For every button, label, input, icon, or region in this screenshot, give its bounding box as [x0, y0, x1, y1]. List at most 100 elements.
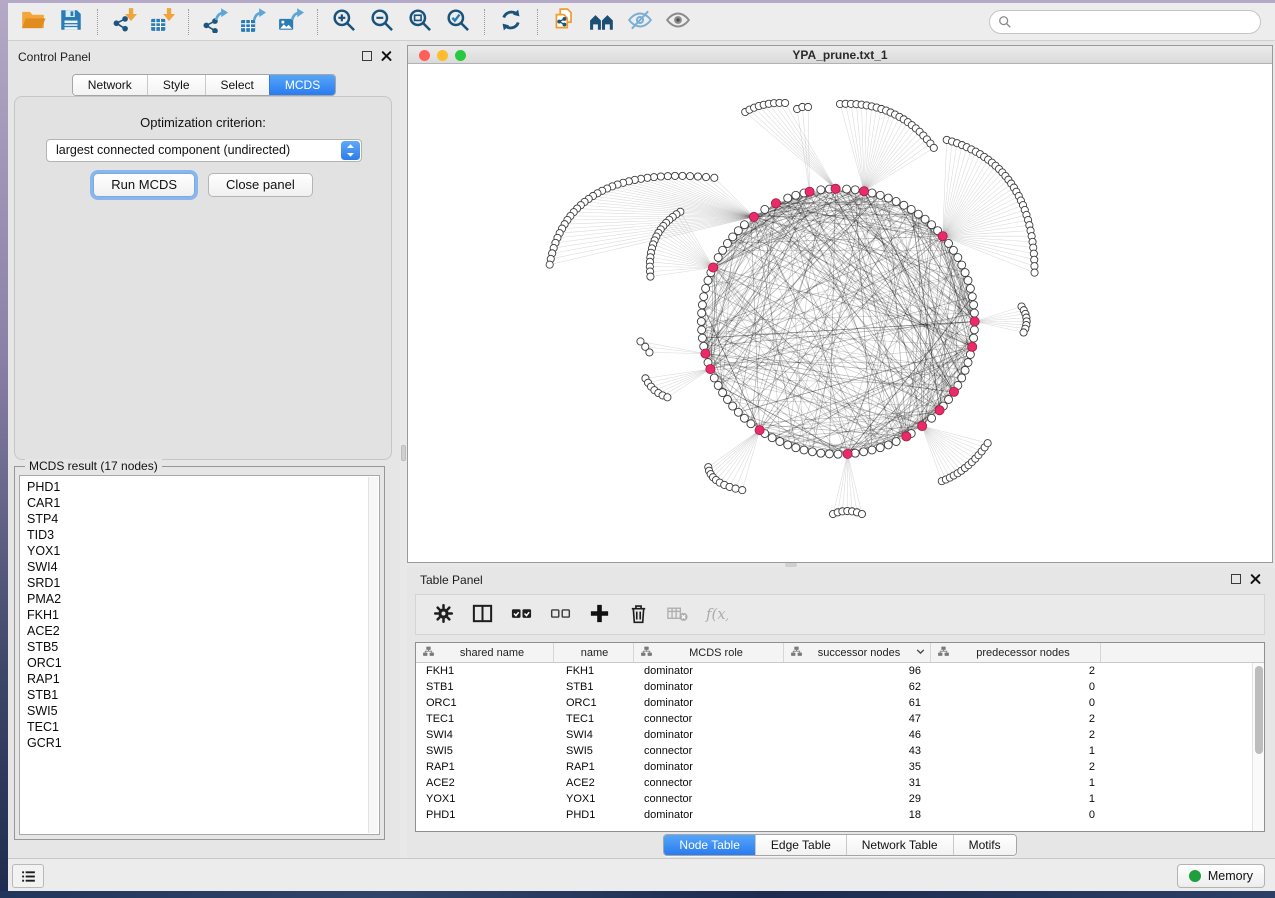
- cell-predecessor-nodes[interactable]: 2: [931, 711, 1101, 727]
- cell-name[interactable]: PHD1: [554, 807, 634, 823]
- tab-mcds[interactable]: MCDS: [269, 75, 335, 95]
- import-table-button[interactable]: [143, 6, 181, 38]
- cell-name[interactable]: SWI5: [554, 743, 634, 759]
- cell-predecessor-nodes[interactable]: 0: [931, 695, 1101, 711]
- cell-successor-nodes[interactable]: 96: [784, 663, 931, 679]
- cell-mcds-role[interactable]: connector: [634, 743, 784, 759]
- cell-name[interactable]: RAP1: [554, 759, 634, 775]
- zoom-out-button[interactable]: [363, 6, 401, 38]
- cell-mcds-role[interactable]: dominator: [634, 695, 784, 711]
- tab-edge-table[interactable]: Edge Table: [755, 835, 846, 855]
- task-history-button[interactable]: [12, 864, 44, 888]
- network-canvas[interactable]: [408, 65, 1272, 562]
- zoom-selected-button[interactable]: [439, 6, 477, 38]
- cell-successor-nodes[interactable]: 43: [784, 743, 931, 759]
- cell-successor-nodes[interactable]: 31: [784, 775, 931, 791]
- table-row[interactable]: STB1STB1dominator620: [416, 679, 1264, 695]
- cell-successor-nodes[interactable]: 29: [784, 791, 931, 807]
- table-row[interactable]: PHD1PHD1dominator180: [416, 807, 1264, 823]
- mcds-result-item[interactable]: GCR1: [27, 735, 379, 751]
- tab-motifs[interactable]: Motifs: [953, 835, 1016, 855]
- refresh-button[interactable]: [492, 6, 530, 38]
- cell-shared-name[interactable]: FKH1: [416, 663, 554, 679]
- show-all-button[interactable]: [659, 6, 697, 38]
- cell-predecessor-nodes[interactable]: 2: [931, 759, 1101, 775]
- search-field[interactable]: [989, 10, 1261, 34]
- tab-style[interactable]: Style: [147, 75, 205, 95]
- network-graph[interactable]: [408, 65, 1272, 562]
- cell-shared-name[interactable]: PHD1: [416, 807, 554, 823]
- mcds-result-item[interactable]: ORC1: [27, 655, 379, 671]
- cell-successor-nodes[interactable]: 18: [784, 807, 931, 823]
- cell-shared-name[interactable]: SWI4: [416, 727, 554, 743]
- mcds-result-item[interactable]: SWI4: [27, 559, 379, 575]
- tab-select[interactable]: Select: [205, 75, 269, 95]
- cell-name[interactable]: ACE2: [554, 775, 634, 791]
- cell-mcds-role[interactable]: connector: [634, 711, 784, 727]
- mcds-list-scrollbar[interactable]: [368, 477, 378, 833]
- table-row[interactable]: YOX1YOX1connector291: [416, 791, 1264, 807]
- table-row[interactable]: RAP1RAP1dominator352: [416, 759, 1264, 775]
- mcds-result-item[interactable]: PMA2: [27, 591, 379, 607]
- column-header-predecessor-nodes[interactable]: predecessor nodes: [931, 643, 1101, 662]
- export-network-button[interactable]: [196, 6, 234, 38]
- run-mcds-button[interactable]: Run MCDS: [93, 173, 195, 197]
- first-neighbors-button[interactable]: [583, 6, 621, 38]
- cell-mcds-role[interactable]: dominator: [634, 807, 784, 823]
- tab-network[interactable]: Network: [73, 75, 147, 95]
- column-header-name[interactable]: name: [554, 643, 634, 662]
- cell-predecessor-nodes[interactable]: 2: [931, 727, 1101, 743]
- deselect-all-button[interactable]: [545, 600, 575, 630]
- cell-shared-name[interactable]: YOX1: [416, 791, 554, 807]
- cell-mcds-role[interactable]: dominator: [634, 679, 784, 695]
- sort-chevron-icon[interactable]: [915, 646, 926, 660]
- cell-mcds-role[interactable]: connector: [634, 791, 784, 807]
- cell-successor-nodes[interactable]: 62: [784, 679, 931, 695]
- cell-mcds-role[interactable]: dominator: [634, 759, 784, 775]
- close-panel-button[interactable]: Close panel: [208, 173, 313, 197]
- cell-successor-nodes[interactable]: 61: [784, 695, 931, 711]
- save-button[interactable]: [52, 6, 90, 38]
- open-folder-button[interactable]: [14, 6, 52, 38]
- float-panel-icon[interactable]: [1231, 574, 1241, 584]
- splitter-handle[interactable]: [401, 445, 406, 461]
- table-row[interactable]: FKH1FKH1dominator962: [416, 663, 1264, 679]
- cell-predecessor-nodes[interactable]: 1: [931, 743, 1101, 759]
- table-scrollbar[interactable]: [1252, 663, 1264, 831]
- split-panel-button[interactable]: [467, 600, 497, 630]
- search-input[interactable]: [1012, 15, 1260, 29]
- delete-column-button[interactable]: [623, 600, 653, 630]
- cell-name[interactable]: FKH1: [554, 663, 634, 679]
- tab-network-table[interactable]: Network Table: [846, 835, 953, 855]
- cell-mcds-role[interactable]: dominator: [634, 663, 784, 679]
- mcds-result-item[interactable]: FKH1: [27, 607, 379, 623]
- node-table[interactable]: shared namenameMCDS rolesuccessor nodesp…: [415, 642, 1265, 832]
- cell-name[interactable]: TEC1: [554, 711, 634, 727]
- column-header-successor-nodes[interactable]: successor nodes: [784, 643, 931, 662]
- cell-predecessor-nodes[interactable]: 0: [931, 679, 1101, 695]
- mcds-result-item[interactable]: RAP1: [27, 671, 379, 687]
- cell-successor-nodes[interactable]: 35: [784, 759, 931, 775]
- cell-shared-name[interactable]: TEC1: [416, 711, 554, 727]
- optimization-criterion-select[interactable]: largest connected component (undirected): [46, 139, 362, 162]
- cell-predecessor-nodes[interactable]: 1: [931, 791, 1101, 807]
- tab-node-table[interactable]: Node Table: [664, 835, 755, 855]
- column-header-shared-name[interactable]: shared name: [416, 643, 554, 662]
- cell-predecessor-nodes[interactable]: 1: [931, 775, 1101, 791]
- hide-selected-button[interactable]: [621, 6, 659, 38]
- network-window-titlebar[interactable]: YPA_prune.txt_1: [408, 46, 1272, 64]
- cell-predecessor-nodes[interactable]: 0: [931, 807, 1101, 823]
- mcds-result-item[interactable]: TEC1: [27, 719, 379, 735]
- mcds-result-item[interactable]: STB1: [27, 687, 379, 703]
- cell-shared-name[interactable]: ACE2: [416, 775, 554, 791]
- table-row[interactable]: TEC1TEC1connector472: [416, 711, 1264, 727]
- mcds-result-item[interactable]: ACE2: [27, 623, 379, 639]
- close-panel-icon[interactable]: [381, 50, 392, 61]
- cell-predecessor-nodes[interactable]: 2: [931, 663, 1101, 679]
- cell-shared-name[interactable]: RAP1: [416, 759, 554, 775]
- cell-name[interactable]: STB1: [554, 679, 634, 695]
- table-row[interactable]: ACE2ACE2connector311: [416, 775, 1264, 791]
- table-row[interactable]: SWI5SWI5connector431: [416, 743, 1264, 759]
- cell-name[interactable]: ORC1: [554, 695, 634, 711]
- cell-successor-nodes[interactable]: 47: [784, 711, 931, 727]
